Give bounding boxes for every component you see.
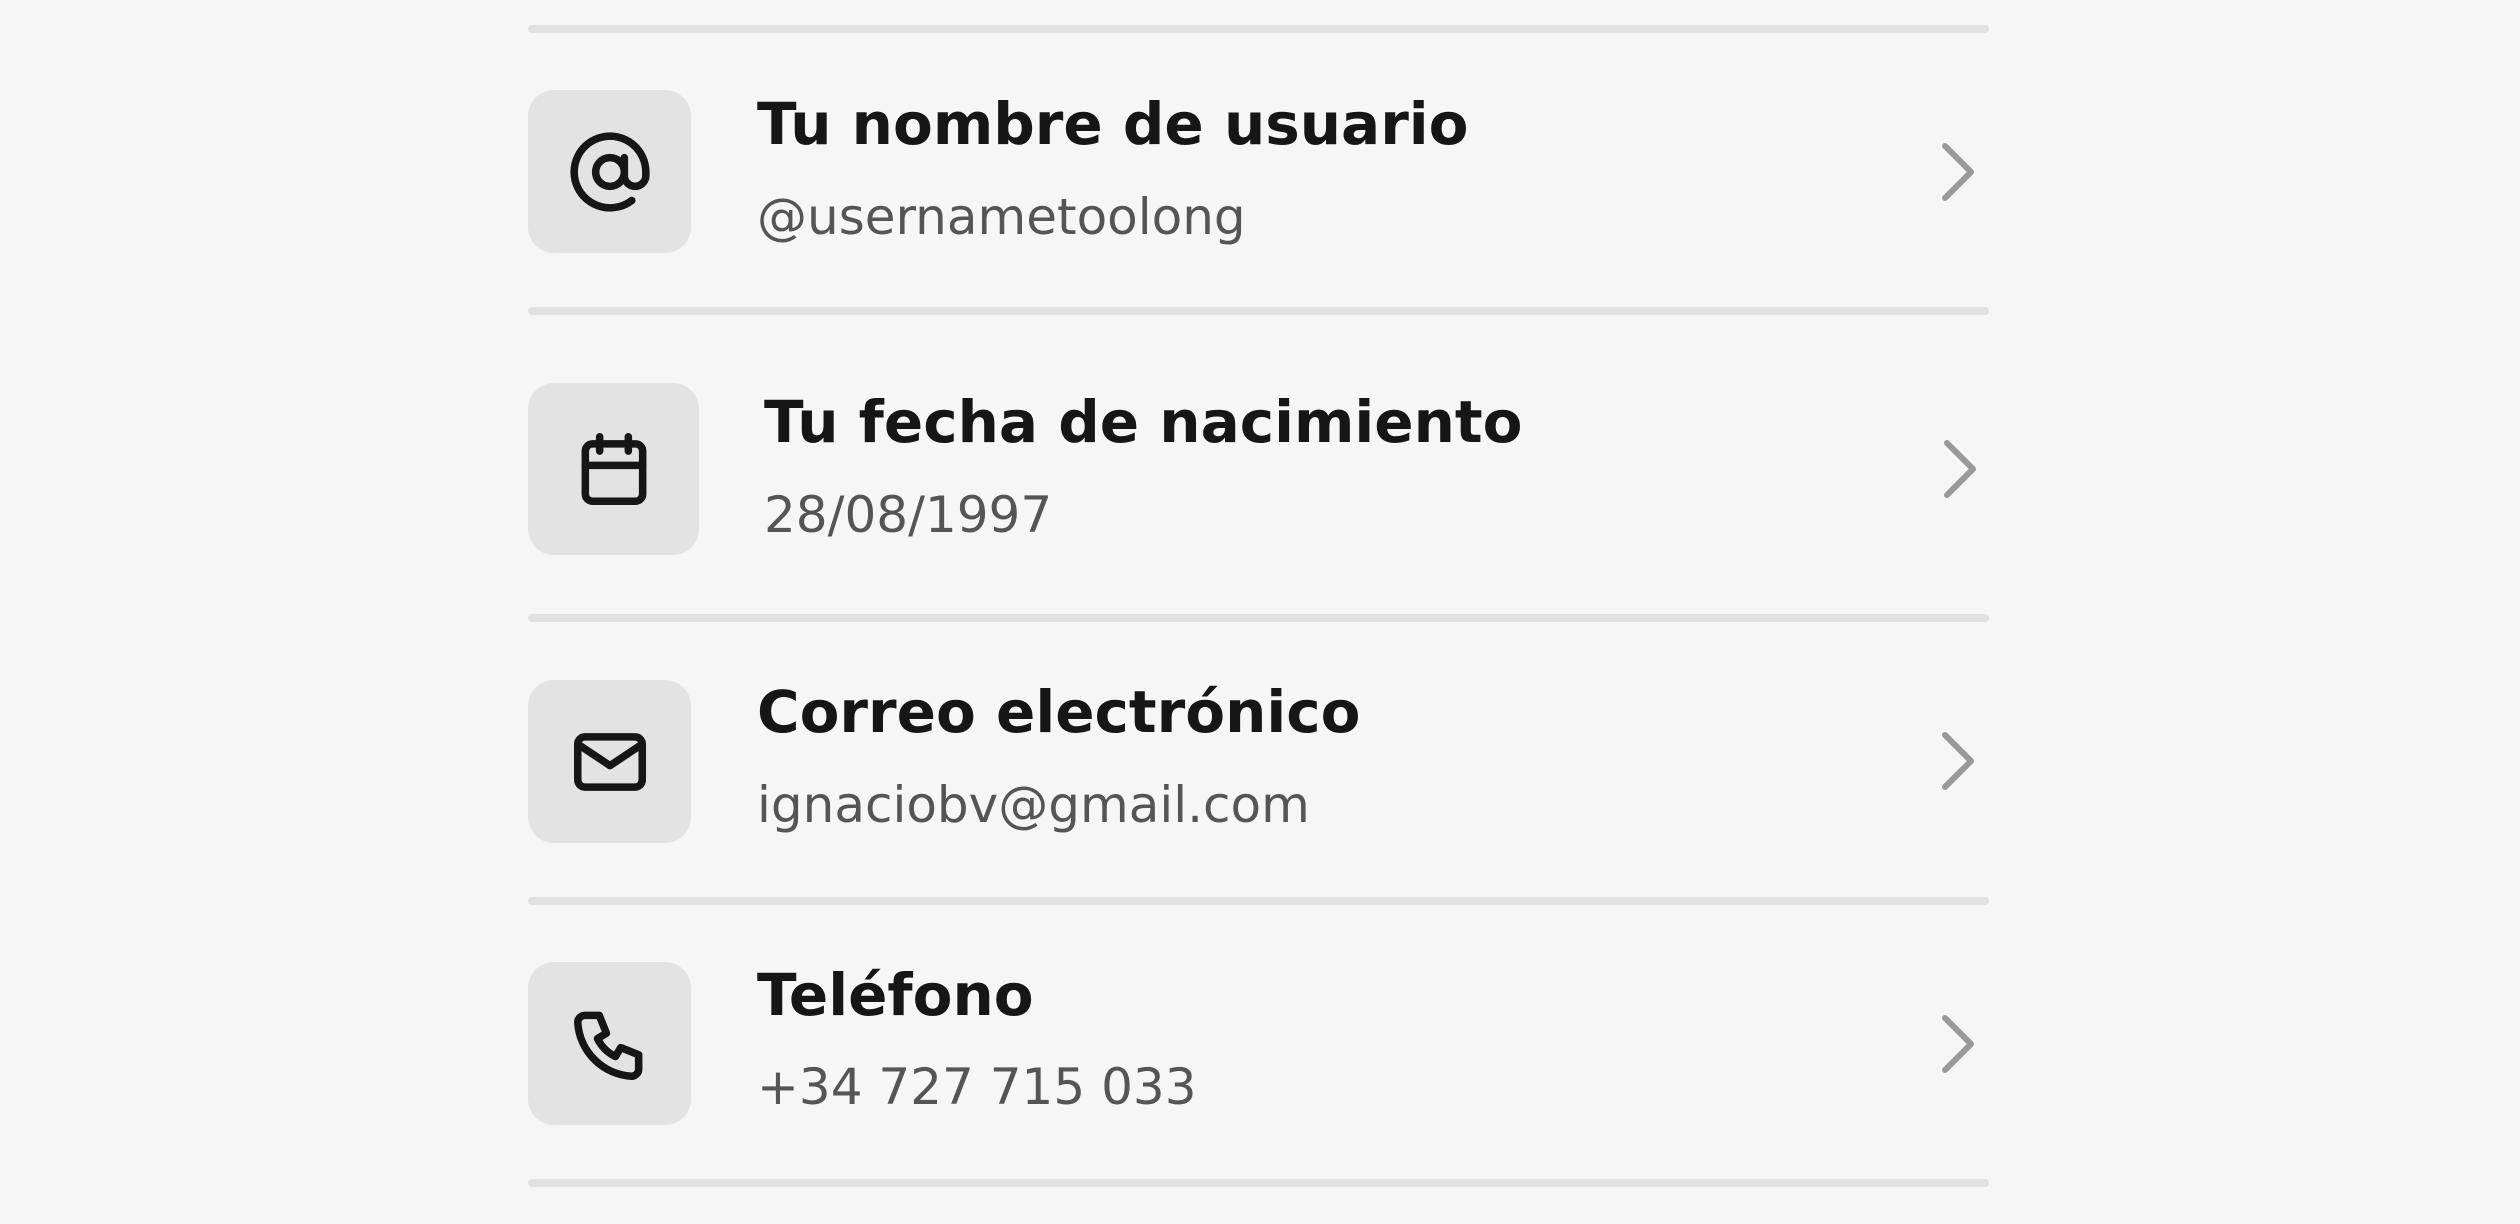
chevron-right-icon: [1942, 732, 1974, 790]
chevron-right-icon: [1944, 440, 1976, 498]
email-row[interactable]: Correo electrónico ignaciobv@gmail.com: [528, 650, 1989, 880]
calendar-icon: [581, 432, 646, 506]
username-title: Tu nombre de usuario: [757, 90, 1469, 158]
birthdate-icon-box: [528, 383, 699, 555]
at-sign-icon: [569, 131, 650, 212]
mail-icon: [573, 732, 646, 791]
divider: [528, 897, 1989, 905]
username-value: @usernametoolong: [757, 188, 1246, 246]
username-icon-box: [528, 90, 691, 253]
email-value: ignaciobv@gmail.com: [757, 776, 1310, 834]
email-icon-box: [528, 680, 691, 843]
divider: [528, 25, 1989, 33]
birthdate-row[interactable]: Tu fecha de nacimiento 28/08/1997: [528, 345, 1989, 595]
phone-icon: [573, 1011, 642, 1080]
divider: [528, 307, 1989, 315]
divider: [528, 614, 1989, 622]
phone-title: Teléfono: [757, 961, 1034, 1029]
phone-row[interactable]: Teléfono +34 727 715 033: [528, 932, 1989, 1162]
birthdate-value: 28/08/1997: [764, 486, 1053, 544]
chevron-right-icon: [1942, 1015, 1974, 1073]
profile-settings-list: Tu nombre de usuario @usernametoolong Tu…: [528, 0, 1989, 1224]
phone-value: +34 727 715 033: [757, 1058, 1197, 1116]
birthdate-title: Tu fecha de nacimiento: [764, 388, 1523, 456]
email-title: Correo electrónico: [757, 678, 1361, 746]
phone-icon-box: [528, 962, 691, 1125]
username-row[interactable]: Tu nombre de usuario @usernametoolong: [528, 60, 1989, 270]
chevron-right-icon: [1942, 143, 1974, 201]
divider: [528, 1179, 1989, 1187]
